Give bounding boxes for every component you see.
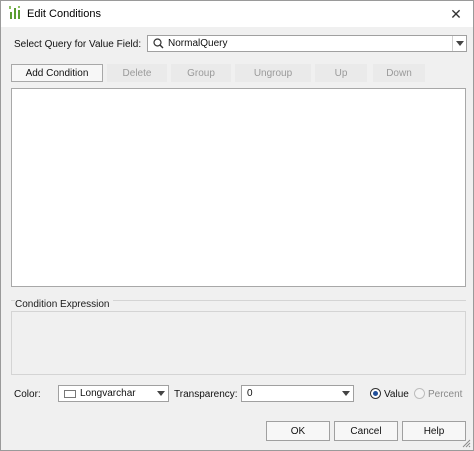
chevron-down-icon: [157, 391, 165, 396]
down-button[interactable]: Down: [373, 64, 425, 82]
add-condition-button[interactable]: Add Condition: [11, 64, 103, 82]
query-select[interactable]: NormalQuery: [147, 35, 467, 52]
edit-conditions-dialog: Edit Conditions ✕ Select Query for Value…: [0, 0, 474, 451]
transparency-label: Transparency:: [174, 389, 238, 400]
close-icon: ✕: [450, 5, 462, 22]
query-label: Select Query for Value Field:: [14, 39, 142, 50]
percent-radio[interactable]: [414, 388, 425, 399]
transparency-select-arrow[interactable]: [339, 386, 353, 401]
up-button[interactable]: Up: [315, 64, 367, 82]
query-search-icon: [153, 38, 164, 49]
title-bar: Edit Conditions ✕: [1, 1, 473, 27]
percent-radio-label: Percent: [428, 389, 463, 400]
color-select-arrow[interactable]: [154, 386, 168, 401]
color-label: Color:: [14, 389, 41, 400]
value-radio[interactable]: [370, 388, 381, 399]
group-button[interactable]: Group: [171, 64, 231, 82]
condition-list[interactable]: [11, 88, 466, 287]
close-button[interactable]: ✕: [445, 4, 467, 24]
dialog-title: Edit Conditions: [27, 8, 101, 20]
transparency-select-value: 0: [247, 388, 253, 399]
value-radio-label: Value: [384, 389, 409, 400]
color-select-value: Longvarchar: [80, 388, 136, 399]
delete-button[interactable]: Delete: [107, 64, 167, 82]
query-select-arrow[interactable]: [452, 36, 466, 51]
transparency-select[interactable]: 0: [241, 385, 354, 402]
condition-expression-area: [11, 311, 466, 375]
resize-grip-icon[interactable]: [461, 438, 471, 448]
chevron-down-icon: [455, 41, 464, 46]
chevron-down-icon: [342, 391, 350, 396]
app-chart-icon: [9, 6, 20, 19]
color-select[interactable]: Longvarchar: [58, 385, 169, 402]
color-swatch-icon: [64, 389, 76, 398]
condition-expression-label: Condition Expression: [15, 299, 113, 310]
ungroup-button[interactable]: Ungroup: [235, 64, 311, 82]
help-button[interactable]: Help: [402, 421, 466, 441]
ok-button[interactable]: OK: [266, 421, 330, 441]
query-select-value: NormalQuery: [168, 38, 228, 49]
cancel-button[interactable]: Cancel: [334, 421, 398, 441]
